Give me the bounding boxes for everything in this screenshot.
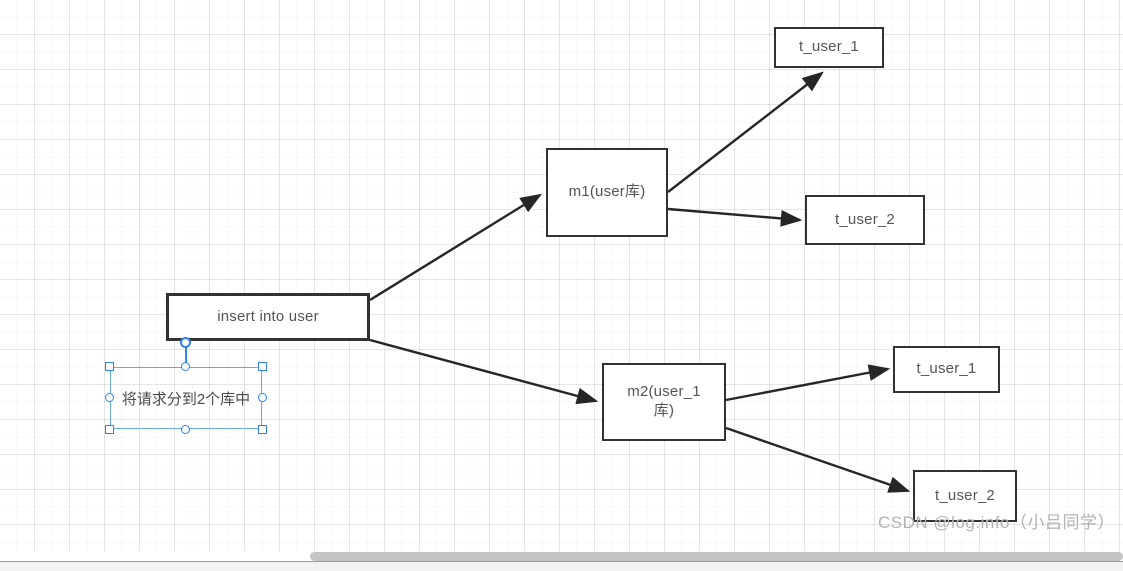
- node-t-user-2-top[interactable]: t_user_2: [805, 195, 925, 245]
- resize-handle-bottom-left[interactable]: [105, 425, 114, 434]
- edge-insert-to-m1[interactable]: [369, 193, 543, 302]
- edge-layer: [369, 71, 911, 493]
- edge-m1-to-t_user_1[interactable]: [667, 71, 824, 193]
- horizontal-scrollbar[interactable]: [0, 551, 1123, 562]
- resize-handle-bottom-center[interactable]: [181, 425, 190, 434]
- edge-m2-to-t_user_2[interactable]: [725, 426, 911, 493]
- node-insert-into-user[interactable]: insert into user: [166, 293, 370, 341]
- watermark-text: CSDN @log.info（小吕同学）: [878, 513, 1115, 532]
- resize-handle-bottom-right[interactable]: [258, 425, 267, 434]
- node-m2-user-1-db[interactable]: m2(user_1库): [602, 363, 726, 441]
- rotate-handle[interactable]: [180, 337, 191, 348]
- edge-m1-to-t_user_2[interactable]: [667, 207, 803, 227]
- node-label: t_user_1: [799, 38, 859, 56]
- resize-handle-top-right[interactable]: [258, 362, 267, 371]
- node-t-user-1-top[interactable]: t_user_1: [774, 27, 884, 68]
- node-label: t_user_2: [835, 210, 895, 228]
- diagram-canvas[interactable]: insert into user m1(user库) m2(user_1库) t…: [0, 0, 1123, 551]
- resize-handle-middle-right[interactable]: [258, 393, 267, 402]
- window-bottom-strip: [0, 562, 1123, 571]
- resize-handle-top-center[interactable]: [181, 362, 190, 371]
- node-label: insert into user: [217, 307, 319, 325]
- resize-handle-middle-left[interactable]: [105, 393, 114, 402]
- node-label: m2(user_1库): [627, 383, 701, 419]
- edge-m2-to-t_user_1[interactable]: [725, 364, 891, 402]
- edge-insert-to-m2[interactable]: [369, 338, 599, 405]
- node-t-user-1-bottom[interactable]: t_user_1: [893, 346, 1000, 393]
- selected-text-element[interactable]: 将请求分到2个库中: [105, 337, 267, 434]
- resize-handle-top-left[interactable]: [105, 362, 114, 371]
- node-label: m1(user库): [568, 183, 646, 201]
- horizontal-scrollbar-thumb[interactable]: [310, 552, 1123, 561]
- node-m1-user-db[interactable]: m1(user库): [546, 148, 668, 237]
- annotation-text[interactable]: 将请求分到2个库中: [110, 367, 262, 429]
- node-label: t_user_1: [916, 360, 977, 378]
- node-label: t_user_2: [935, 486, 995, 504]
- diagram-editor-window: insert into user m1(user库) m2(user_1库) t…: [0, 0, 1123, 571]
